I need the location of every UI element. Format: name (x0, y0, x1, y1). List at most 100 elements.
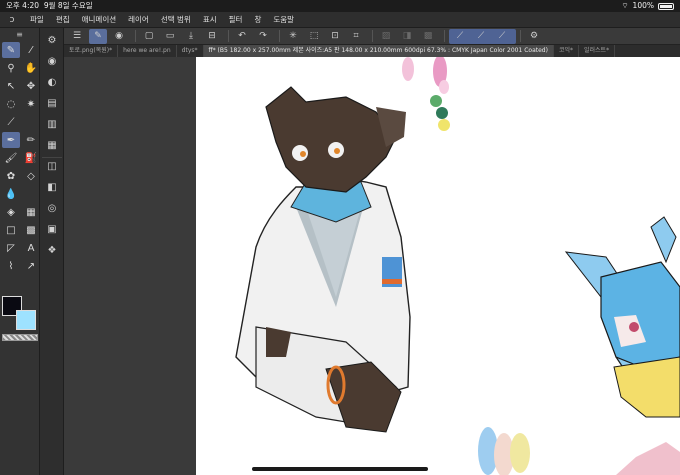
status-time: 오후 4:20 9월 8일 수요일 (6, 1, 93, 10)
quick-access-icon[interactable]: ◉ (110, 29, 128, 44)
sub-tool-icon[interactable]: ⁄ (22, 42, 40, 58)
status-right: ⌔ 100% (621, 0, 674, 12)
correct-line-icon[interactable]: ↗ (22, 258, 40, 274)
settings-icon[interactable]: ⚙ (525, 29, 543, 44)
menu-edit[interactable]: 편집 (50, 14, 76, 25)
palette-bar: ⚙ ◉ ◐ ▤ ▥ ▦ ◫ ◧ ◎ ▣ ❖ (40, 28, 64, 475)
pencil-icon[interactable]: ✏ (22, 132, 40, 148)
brush-size-icon[interactable]: ◉ (42, 52, 62, 70)
figure-icon[interactable]: □ (2, 222, 20, 238)
separator (372, 30, 373, 42)
separator (135, 30, 136, 42)
tab-here-we-are[interactable]: here we are!.pn (118, 45, 177, 57)
ruler-icon[interactable]: ◸ (2, 240, 20, 256)
text-icon[interactable]: A (22, 240, 40, 256)
frame-icon[interactable]: ▩ (22, 222, 40, 238)
tab-ff[interactable]: ff* (B5 182.00 x 257.00mm 제본 사이즈:A5 판 14… (203, 45, 554, 57)
menu-layer[interactable]: 레이어 (122, 14, 155, 25)
airbrush-icon[interactable]: ⛽ (22, 150, 40, 166)
layer-property-icon[interactable]: ◧ (42, 178, 62, 196)
redo-icon[interactable]: ↷ (254, 29, 272, 44)
undo-icon[interactable]: ↶ (233, 29, 251, 44)
tab-koik[interactable]: 코익* (554, 45, 579, 57)
tab-toro[interactable]: 토로.png(복원)* (64, 45, 119, 57)
tool-grid: ✎ ⁄ ⚲ ✋ ↖ ✥ ◌ ✷ ⟋ ✒ ✏ 🖌 ⛽ ✿ ◇ 💧 ◈ ▦ □ ▩ … (0, 40, 39, 276)
status-bar: 오후 4:20 9월 8일 수요일 ⌔ 100% (0, 0, 680, 12)
wifi-icon: ⌔ (621, 1, 629, 10)
invert-disabled-icon[interactable]: ▩ (419, 29, 437, 44)
pen-icon[interactable]: ✒ (2, 132, 20, 148)
deselect-disabled-icon[interactable]: ◨ (398, 29, 416, 44)
workspace (64, 57, 680, 475)
open-file-icon[interactable]: ▭ (161, 29, 179, 44)
sub-view-icon[interactable]: ▣ (42, 220, 62, 238)
snap-ruler-icon[interactable]: ⟋ (451, 29, 469, 44)
operation-icon[interactable]: ↖ (2, 78, 20, 94)
balloon-icon[interactable]: ⌇ (2, 258, 20, 274)
save-icon[interactable]: ⤓ (182, 29, 200, 44)
drawing-canvas[interactable] (196, 57, 680, 475)
color-circle-icon[interactable]: ◐ (42, 73, 62, 91)
tool-property-icon[interactable]: ⚙ (42, 31, 62, 49)
battery-percent: 100% (632, 1, 654, 10)
layer-icon[interactable]: ◫ (42, 157, 62, 175)
navigator-icon[interactable]: ◎ (42, 199, 62, 217)
separator (228, 30, 229, 42)
menu-icon[interactable]: ☰ (68, 29, 86, 44)
snap-grid-icon[interactable]: ⟋ (493, 29, 511, 44)
transparent-color-swatch[interactable] (2, 334, 38, 341)
pen-tool-icon[interactable]: ✎ (2, 42, 20, 58)
move-icon[interactable]: ✥ (22, 78, 40, 94)
menu-view[interactable]: 표시 (197, 14, 223, 25)
zoom-icon[interactable]: ⚲ (2, 60, 20, 76)
separator (279, 30, 280, 42)
fill-icon[interactable]: ◈ (2, 204, 20, 220)
menu-file[interactable]: 파일 (24, 14, 50, 25)
transform-icon[interactable]: ⊡ (326, 29, 344, 44)
approx-color-icon[interactable]: ▦ (42, 136, 62, 154)
home-indicator (252, 467, 428, 471)
document-tabs: 토로.png(복원)* here we are!.pn dtys* ff* (B… (64, 45, 680, 57)
material-icon[interactable]: ❖ (42, 241, 62, 259)
separator (520, 30, 521, 42)
eyedropper-icon[interactable]: ⟋ (2, 114, 20, 130)
battery-icon (658, 2, 674, 10)
color-set-icon[interactable]: ▤ (42, 94, 62, 112)
menu-bar: ↄ 파일 편집 애니메이션 레이어 선택 범위 표시 필터 창 도움말 (0, 12, 680, 28)
command-bar: ☰ ✎ ◉ ▢ ▭ ⤓ ⊟ ↶ ↷ ✳ ⬚ ⊡ ⌗ ▨ ◨ ▩ ⟋ ⟋ ⟋ ⚙ (64, 28, 680, 45)
print-icon[interactable]: ⊟ (203, 29, 221, 44)
decoration-icon[interactable]: ✿ (2, 168, 20, 184)
sub-color-swatch[interactable] (16, 310, 36, 330)
blank-slot-2 (22, 186, 40, 202)
tab-illust[interactable]: 일러스트* (579, 45, 616, 57)
menu-animation[interactable]: 애니메이션 (76, 14, 123, 25)
magic-wand-icon[interactable]: ✷ (22, 96, 40, 112)
crop-icon[interactable]: ⌗ (347, 29, 365, 44)
clear-icon[interactable]: ✳ (284, 29, 302, 44)
blend-icon[interactable]: 💧 (2, 186, 20, 202)
modifier-key-icon[interactable]: ✎ (89, 28, 107, 44)
brush-icon[interactable]: 🖌 (2, 150, 20, 166)
lasso-icon[interactable]: ◌ (2, 96, 20, 112)
fill-selection-icon[interactable]: ⬚ (305, 29, 323, 44)
blank-slot (22, 114, 40, 130)
snap-special-ruler-icon[interactable]: ⟋ (472, 29, 490, 44)
hand-icon[interactable]: ✋ (22, 60, 40, 76)
menu-selection[interactable]: 선택 범위 (155, 14, 197, 25)
menu-filter[interactable]: 필터 (223, 14, 249, 25)
tab-dtys[interactable]: dtys* (177, 45, 204, 57)
selection-disabled-icon[interactable]: ▨ (377, 29, 395, 44)
separator (444, 30, 445, 42)
menu-window[interactable]: 창 (248, 14, 267, 25)
color-swatches (2, 296, 38, 332)
tool-settings-icon[interactable]: ≡ (16, 30, 23, 39)
tool-palette: ≡ ✎ ⁄ ⚲ ✋ ↖ ✥ ◌ ✷ ⟋ ✒ ✏ 🖌 ⛽ ✿ ◇ 💧 ◈ ▦ □ … (0, 28, 40, 475)
menu-help[interactable]: 도움말 (267, 14, 300, 25)
canvas-artwork (235, 57, 680, 475)
app-icon[interactable]: ↄ (0, 15, 24, 25)
intermediate-color-icon[interactable]: ▥ (42, 115, 62, 133)
tool-palette-header: ≡ (0, 28, 39, 40)
eraser-icon[interactable]: ◇ (22, 168, 40, 184)
gradient-icon[interactable]: ▦ (22, 204, 40, 220)
new-file-icon[interactable]: ▢ (140, 29, 158, 44)
